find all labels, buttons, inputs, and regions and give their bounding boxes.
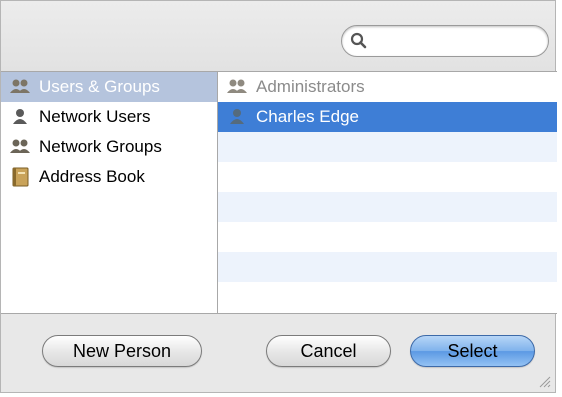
source-item-label: Network Groups [39,137,162,156]
entry-item-label: Charles Edge [256,107,360,126]
group-icon [10,139,30,153]
source-item-users-groups[interactable]: Users & Groups [1,72,217,102]
search-field[interactable] [341,25,549,57]
empty-row [218,162,557,192]
source-item-network-groups[interactable]: Network Groups [1,132,217,162]
empty-row [218,252,557,282]
browser-panes: Users & Groups Network Users Network Gro… [1,71,557,314]
cancel-button[interactable]: Cancel [266,335,391,367]
user-icon [230,109,244,124]
toolbar [1,1,555,71]
empty-row [218,132,557,162]
source-item-network-users[interactable]: Network Users [1,102,217,132]
entry-item-administrators: Administrators [218,72,557,102]
source-item-label: Users & Groups [39,77,160,96]
select-button[interactable]: Select [410,335,535,367]
search-icon [350,32,367,49]
search-input[interactable] [374,31,543,53]
address-book-icon [12,167,29,187]
source-item-label: Network Users [39,107,151,126]
source-item-address-book[interactable]: Address Book [1,162,217,192]
empty-row [218,222,557,252]
empty-row [218,192,557,222]
entry-item-charles-edge[interactable]: Charles Edge [218,102,557,132]
group-icon [227,79,247,93]
entry-item-label: Administrators [256,77,365,96]
source-item-label: Address Book [39,167,145,186]
new-person-button[interactable]: New Person [42,335,202,367]
user-picker-dialog: Users & Groups Network Users Network Gro… [0,0,557,393]
source-list[interactable]: Users & Groups Network Users Network Gro… [1,72,218,313]
empty-row [218,282,557,312]
resize-grip-icon[interactable] [537,374,551,388]
entry-list[interactable]: Administrators Charles Edge [218,72,557,313]
user-icon [13,109,27,124]
group-icon [10,79,30,93]
